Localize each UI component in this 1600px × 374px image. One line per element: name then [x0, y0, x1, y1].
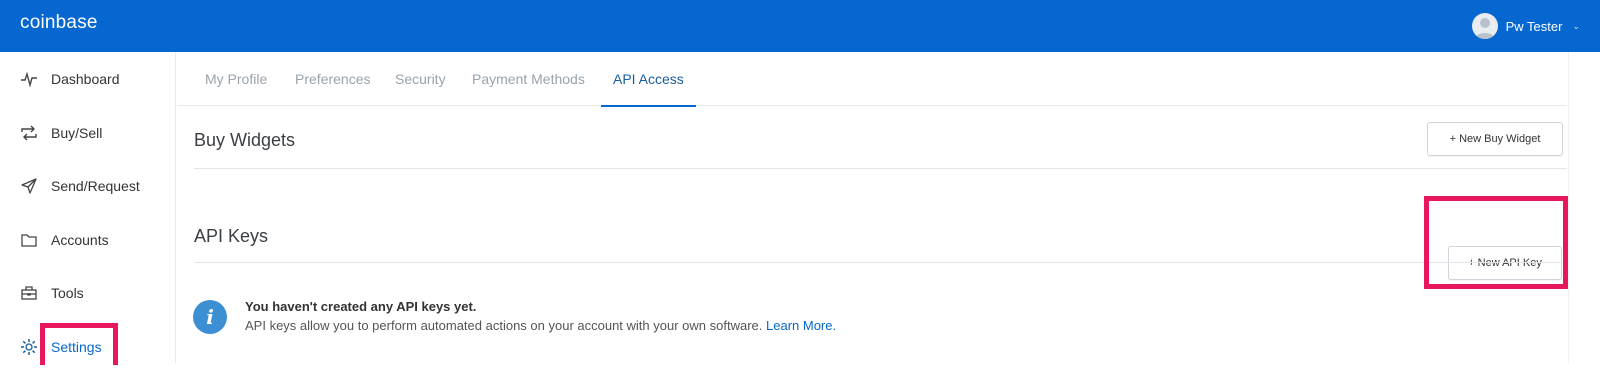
user-menu[interactable]: Pw Tester ⌄ [1471, 9, 1580, 43]
chevron-down-icon: ⌄ [1572, 20, 1580, 31]
new-api-key-highlight-box [1424, 196, 1568, 289]
notice-text: API keys allow you to perform automated … [245, 318, 836, 333]
sidebar-item-label: Tools [51, 285, 84, 301]
sidebar-item-dashboard[interactable]: Dashboard [0, 52, 176, 106]
tab-my-profile[interactable]: My Profile [205, 52, 267, 106]
top-bar: coinbase Pw Tester ⌄ [0, 0, 1600, 52]
toolbox-icon [20, 284, 38, 302]
tab-security[interactable]: Security [395, 52, 446, 106]
wallet-icon [20, 231, 38, 249]
sidebar-item-buy-sell[interactable]: Buy/Sell [0, 106, 176, 160]
tab-payment-methods[interactable]: Payment Methods [472, 52, 585, 106]
sidebar-item-tools[interactable]: Tools [0, 266, 176, 320]
new-buy-widget-button[interactable]: + New Buy Widget [1427, 122, 1563, 156]
swap-arrows-icon [20, 124, 38, 142]
sidebar-item-label: Accounts [51, 232, 109, 248]
notice-title: You haven't created any API keys yet. [245, 299, 477, 314]
info-icon: i [193, 300, 227, 334]
paper-plane-icon [20, 177, 38, 195]
divider [194, 262, 1567, 263]
notice-description: API keys allow you to perform automated … [245, 318, 763, 333]
sidebar-item-label: Buy/Sell [51, 125, 103, 141]
sidebar: Dashboard Buy/Sell Send/Request Accounts… [0, 52, 176, 365]
tab-api-access[interactable]: API Access [601, 52, 696, 107]
divider [194, 168, 1567, 169]
sidebar-item-label: Send/Request [51, 178, 140, 194]
tab-preferences[interactable]: Preferences [295, 52, 370, 106]
learn-more-link[interactable]: Learn More. [766, 318, 836, 333]
sidebar-item-accounts[interactable]: Accounts [0, 213, 176, 267]
coinbase-logo[interactable]: coinbase [20, 12, 98, 34]
gear-icon [20, 338, 38, 356]
user-name: Pw Tester [1505, 18, 1563, 34]
page-edge [1568, 52, 1600, 363]
sidebar-item-label: Dashboard [51, 71, 120, 87]
settings-highlight-box [40, 323, 118, 365]
sidebar-item-send-request[interactable]: Send/Request [0, 159, 176, 213]
buy-widgets-title: Buy Widgets [194, 130, 296, 150]
activity-pulse-icon [20, 70, 38, 88]
person-avatar-icon [1471, 13, 1498, 39]
main-content: My Profile Preferences Security Payment … [177, 52, 1567, 363]
settings-tabs: My Profile Preferences Security Payment … [177, 52, 1567, 107]
api-keys-title: API Keys [194, 226, 269, 246]
